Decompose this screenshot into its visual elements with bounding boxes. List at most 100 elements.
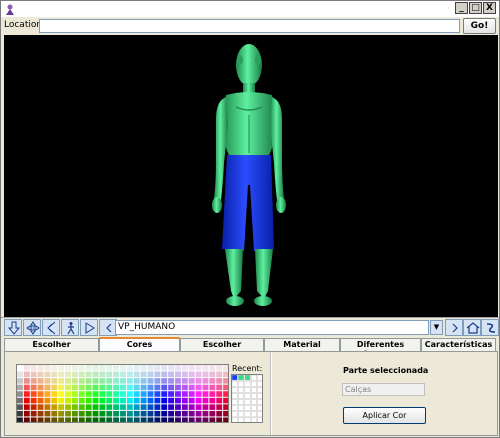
- color-swatch[interactable]: [181, 410, 188, 417]
- recent-color-swatch[interactable]: [250, 399, 257, 405]
- recent-color-swatch[interactable]: [238, 375, 245, 381]
- color-swatch[interactable]: [161, 397, 168, 404]
- color-swatch[interactable]: [51, 410, 58, 417]
- color-swatch[interactable]: [106, 404, 113, 410]
- color-swatch[interactable]: [106, 391, 113, 397]
- color-swatch[interactable]: [23, 397, 30, 404]
- color-swatch[interactable]: [65, 378, 71, 384]
- color-swatch[interactable]: [147, 404, 154, 410]
- color-swatch[interactable]: [120, 378, 126, 384]
- color-swatch[interactable]: [51, 404, 58, 410]
- location-input[interactable]: [39, 19, 460, 33]
- tab-escolher-armadura[interactable]: Escolher Armadura: [180, 338, 264, 360]
- color-swatch[interactable]: [113, 397, 120, 404]
- down-arrow-icon[interactable]: [4, 319, 22, 336]
- color-swatch[interactable]: [58, 371, 65, 378]
- color-swatch[interactable]: [140, 384, 147, 391]
- color-swatch[interactable]: [140, 404, 147, 410]
- recent-color-swatch[interactable]: [238, 405, 245, 412]
- color-swatch[interactable]: [44, 365, 51, 371]
- color-swatch[interactable]: [99, 391, 106, 397]
- color-swatch[interactable]: [140, 371, 147, 378]
- color-swatch[interactable]: [188, 391, 195, 397]
- color-swatch[interactable]: [92, 417, 99, 423]
- color-swatch[interactable]: [71, 410, 78, 417]
- color-swatch[interactable]: [65, 397, 71, 404]
- color-swatch[interactable]: [58, 365, 65, 371]
- color-swatch[interactable]: [161, 391, 168, 397]
- color-swatch[interactable]: [216, 397, 223, 404]
- color-swatch[interactable]: [113, 365, 120, 371]
- color-swatch[interactable]: [17, 417, 23, 423]
- color-swatch[interactable]: [23, 391, 30, 397]
- color-swatch[interactable]: [58, 384, 65, 391]
- color-swatch[interactable]: [71, 417, 78, 423]
- color-swatch[interactable]: [23, 410, 30, 417]
- color-swatch[interactable]: [120, 371, 126, 378]
- recent-color-swatch[interactable]: [257, 399, 263, 405]
- color-swatch[interactable]: [161, 378, 168, 384]
- color-swatch[interactable]: [223, 404, 229, 410]
- color-swatch[interactable]: [195, 397, 202, 404]
- recent-color-swatch[interactable]: [244, 387, 251, 393]
- recent-color-swatch[interactable]: [250, 405, 257, 412]
- color-swatch[interactable]: [37, 417, 44, 423]
- color-swatch[interactable]: [30, 417, 37, 423]
- color-swatch[interactable]: [65, 410, 71, 417]
- recent-color-swatch[interactable]: [257, 405, 263, 412]
- recent-color-swatch[interactable]: [238, 393, 245, 399]
- color-swatch[interactable]: [99, 417, 106, 423]
- recent-color-swatch[interactable]: [244, 405, 251, 412]
- color-swatch[interactable]: [113, 404, 120, 410]
- color-swatch[interactable]: [202, 384, 209, 391]
- viewpoint-select[interactable]: VP_HUMANO: [115, 320, 429, 335]
- color-swatch[interactable]: [209, 410, 216, 417]
- color-swatch[interactable]: [65, 365, 71, 371]
- recent-color-swatch[interactable]: [244, 411, 251, 418]
- color-swatch[interactable]: [113, 410, 120, 417]
- color-swatch[interactable]: [23, 417, 30, 423]
- color-swatch[interactable]: [106, 410, 113, 417]
- color-swatch[interactable]: [126, 371, 133, 378]
- color-swatch[interactable]: [223, 417, 229, 423]
- color-swatch[interactable]: [195, 391, 202, 397]
- color-swatch[interactable]: [58, 391, 65, 397]
- color-swatch[interactable]: [140, 391, 147, 397]
- color-swatch[interactable]: [147, 417, 154, 423]
- color-swatch[interactable]: [17, 378, 23, 384]
- color-swatch[interactable]: [51, 384, 58, 391]
- color-swatch[interactable]: [154, 397, 161, 404]
- color-swatch[interactable]: [188, 365, 195, 371]
- color-swatch[interactable]: [78, 397, 85, 404]
- back-icon[interactable]: [42, 319, 60, 336]
- color-swatch[interactable]: [133, 384, 140, 391]
- color-swatch[interactable]: [113, 417, 120, 423]
- color-swatch[interactable]: [202, 404, 209, 410]
- color-swatch[interactable]: [168, 404, 175, 410]
- color-swatch[interactable]: [195, 410, 202, 417]
- apply-color-button[interactable]: Aplicar Cor: [343, 407, 426, 424]
- chevron-down-icon[interactable]: ▼: [430, 320, 443, 335]
- color-swatch[interactable]: [23, 384, 30, 391]
- color-swatch[interactable]: [161, 365, 168, 371]
- forward-icon[interactable]: [80, 319, 98, 336]
- color-swatch[interactable]: [140, 378, 147, 384]
- color-swatch[interactable]: [106, 417, 113, 423]
- color-swatch[interactable]: [188, 397, 195, 404]
- color-swatch[interactable]: [181, 391, 188, 397]
- color-swatch[interactable]: [147, 397, 154, 404]
- color-swatch[interactable]: [120, 391, 126, 397]
- color-swatch[interactable]: [30, 391, 37, 397]
- color-swatch[interactable]: [65, 371, 71, 378]
- recent-color-swatch[interactable]: [244, 417, 251, 423]
- color-swatch[interactable]: [23, 404, 30, 410]
- color-swatch[interactable]: [216, 365, 223, 371]
- close-button[interactable]: X: [483, 2, 496, 14]
- color-swatch[interactable]: [161, 384, 168, 391]
- color-swatch[interactable]: [133, 417, 140, 423]
- recent-color-swatch[interactable]: [232, 393, 238, 399]
- recent-color-swatch[interactable]: [257, 411, 263, 418]
- color-swatch[interactable]: [223, 365, 229, 371]
- color-swatch[interactable]: [78, 365, 85, 371]
- recent-color-swatch[interactable]: [232, 405, 238, 412]
